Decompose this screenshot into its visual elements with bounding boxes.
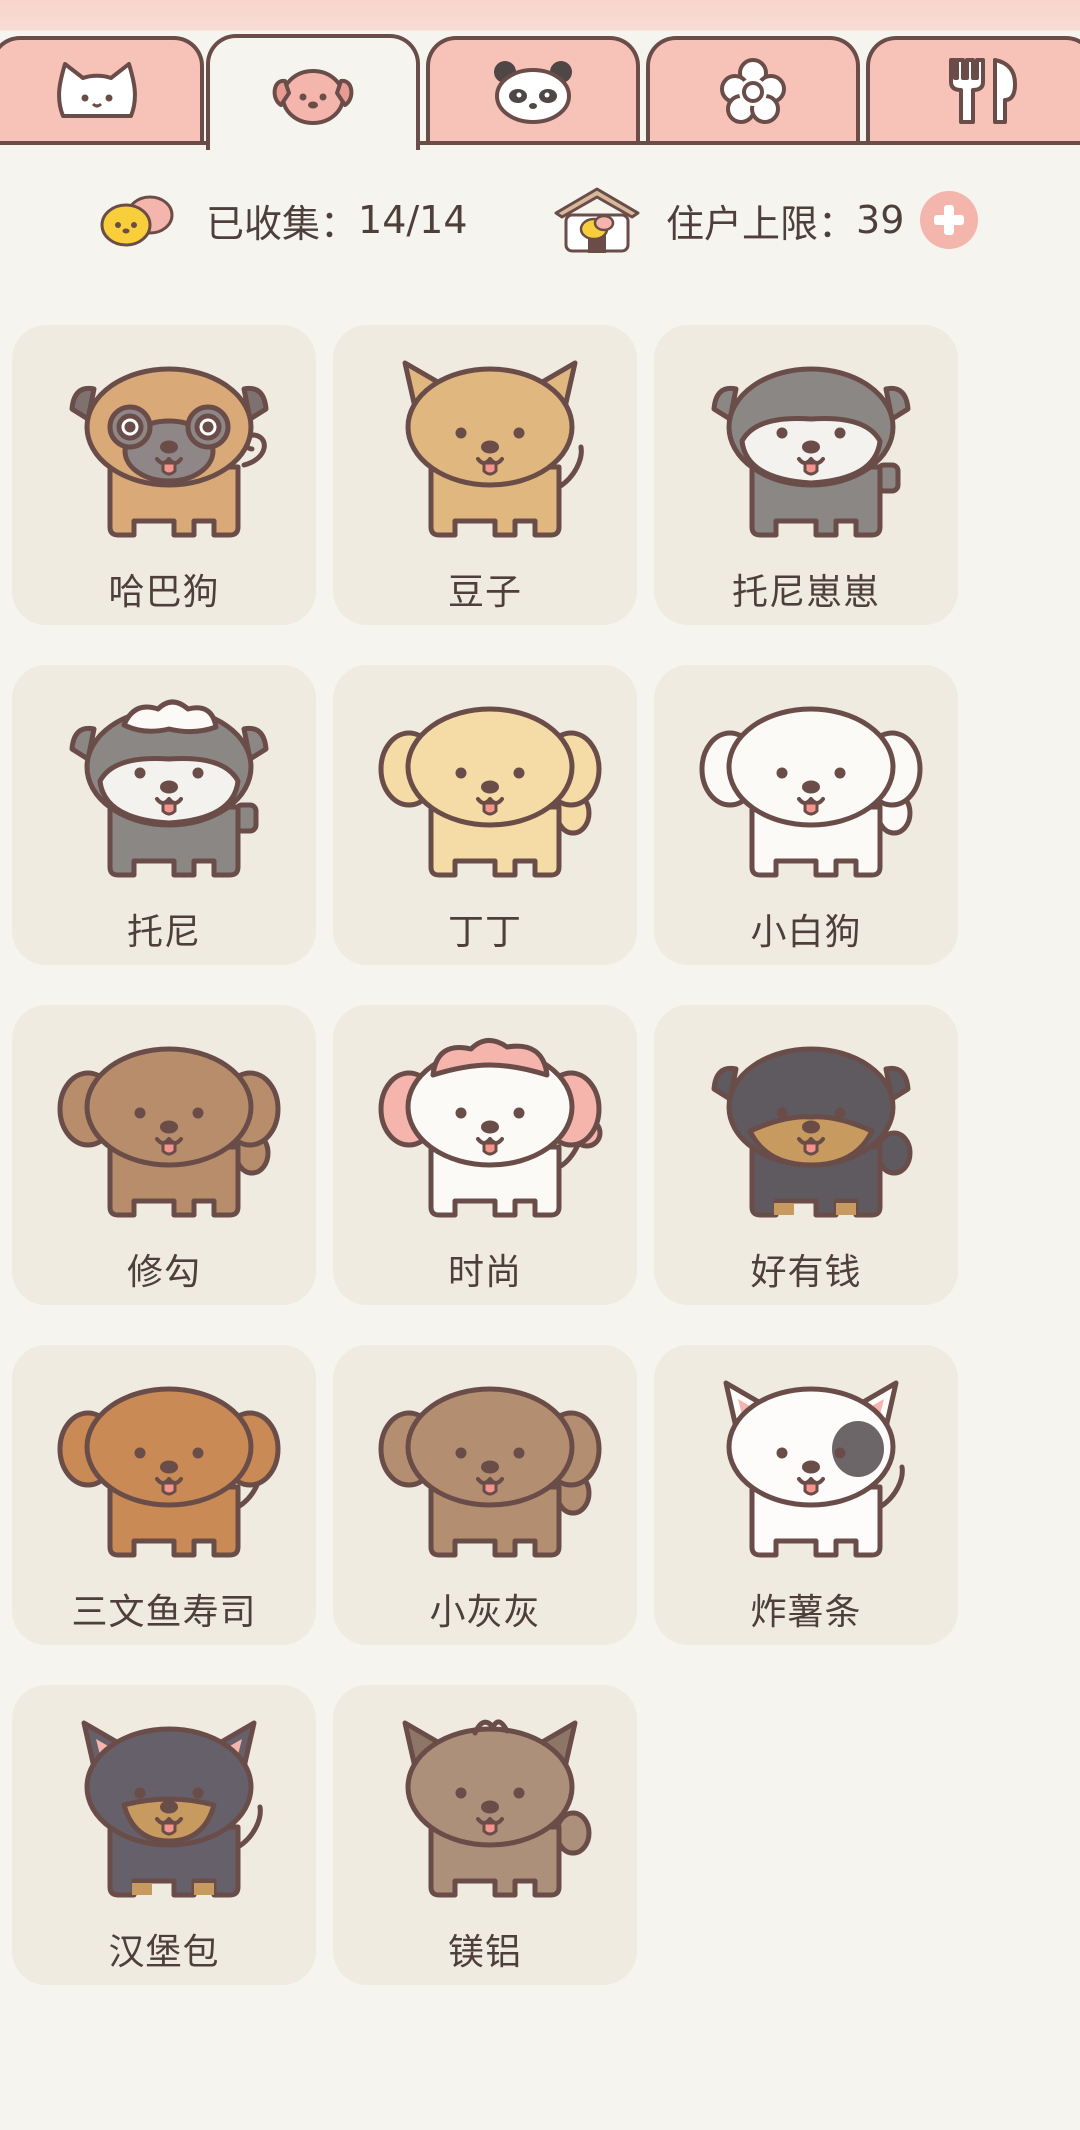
dog-portrait bbox=[711, 1046, 913, 1218]
dog-name: 豆子 bbox=[447, 572, 522, 613]
collected-stat: 已收集： 14/14 bbox=[92, 180, 468, 260]
cat-face-icon bbox=[57, 62, 137, 118]
dog-name: 小灰灰 bbox=[429, 1592, 541, 1633]
capacity-label: 住户上限： bbox=[666, 201, 857, 246]
dog-portrait bbox=[69, 366, 269, 538]
dog-portrait bbox=[711, 366, 911, 538]
dog-card[interactable]: 丁丁 bbox=[333, 665, 637, 965]
dog-card[interactable]: 小灰灰 bbox=[333, 1345, 637, 1645]
collected-label: 已收集： bbox=[206, 201, 359, 246]
tab-utensils[interactable] bbox=[866, 36, 1080, 142]
dog-name: 小白狗 bbox=[750, 912, 862, 953]
dog-card[interactable]: 三文鱼寿司 bbox=[12, 1345, 316, 1645]
dog-portrait bbox=[57, 1046, 281, 1218]
dog-name: 炸薯条 bbox=[750, 1592, 862, 1633]
dog-card[interactable]: 哈巴狗 bbox=[12, 325, 316, 625]
collection-stats-row: 已收集： 14/14 住户上限： 39 bbox=[0, 180, 1080, 260]
tab-pandas[interactable] bbox=[426, 36, 640, 142]
category-tab-bar bbox=[0, 0, 1080, 150]
tab-bar-divider bbox=[0, 141, 1080, 145]
dog-portrait bbox=[378, 1386, 602, 1558]
tab-cats[interactable] bbox=[0, 36, 204, 142]
dog-card[interactable]: 小白狗 bbox=[654, 665, 958, 965]
dog-portrait bbox=[723, 1380, 905, 1558]
dog-card[interactable]: 汉堡包 bbox=[12, 1685, 316, 1985]
tab-flowers[interactable] bbox=[646, 36, 860, 142]
dog-portrait bbox=[57, 1386, 281, 1558]
dog-card[interactable]: 托尼崽崽 bbox=[654, 325, 958, 625]
capacity-stat: 住户上限： 39 bbox=[552, 180, 979, 260]
dog-name: 修勾 bbox=[126, 1252, 201, 1293]
dog-name: 时尚 bbox=[447, 1252, 522, 1293]
dog-card[interactable]: 好有钱 bbox=[654, 1005, 958, 1305]
dog-portrait bbox=[378, 706, 602, 878]
panda-face-icon bbox=[494, 61, 572, 124]
dog-face-icon bbox=[272, 69, 354, 125]
dog-portrait bbox=[81, 1720, 263, 1898]
dog-card[interactable]: 修勾 bbox=[12, 1005, 316, 1305]
collected-count: 14/14 bbox=[358, 198, 468, 242]
dog-name: 三文鱼寿司 bbox=[71, 1592, 257, 1633]
dog-portrait bbox=[402, 1719, 592, 1898]
dog-house-icon bbox=[554, 187, 640, 253]
dog-card[interactable]: 镁铝 bbox=[333, 1685, 637, 1985]
dog-portrait bbox=[699, 706, 923, 878]
flower-icon bbox=[720, 58, 786, 124]
dog-name: 丁丁 bbox=[447, 912, 522, 953]
tab-dogs[interactable] bbox=[206, 34, 420, 150]
capacity-value: 39 bbox=[856, 198, 905, 242]
dog-name: 好有钱 bbox=[750, 1252, 862, 1293]
dog-name: 托尼 bbox=[126, 912, 201, 953]
fork-spoon-icon bbox=[949, 58, 1017, 124]
dog-card[interactable]: 豆子 bbox=[333, 325, 637, 625]
dog-portrait bbox=[402, 360, 584, 538]
increase-capacity-button[interactable] bbox=[920, 191, 979, 249]
dog-portrait bbox=[69, 699, 269, 878]
dog-name: 哈巴狗 bbox=[108, 572, 220, 613]
dog-card[interactable]: 炸薯条 bbox=[654, 1345, 958, 1645]
dog-card[interactable]: 托尼 bbox=[12, 665, 316, 965]
dog-card[interactable]: 时尚 bbox=[333, 1005, 637, 1305]
dog-portrait bbox=[378, 1038, 603, 1218]
dog-name: 托尼崽崽 bbox=[731, 572, 880, 613]
collected-dogs-icon bbox=[100, 195, 174, 247]
dog-name: 镁铝 bbox=[447, 1932, 522, 1973]
dog-name: 汉堡包 bbox=[108, 1932, 220, 1973]
